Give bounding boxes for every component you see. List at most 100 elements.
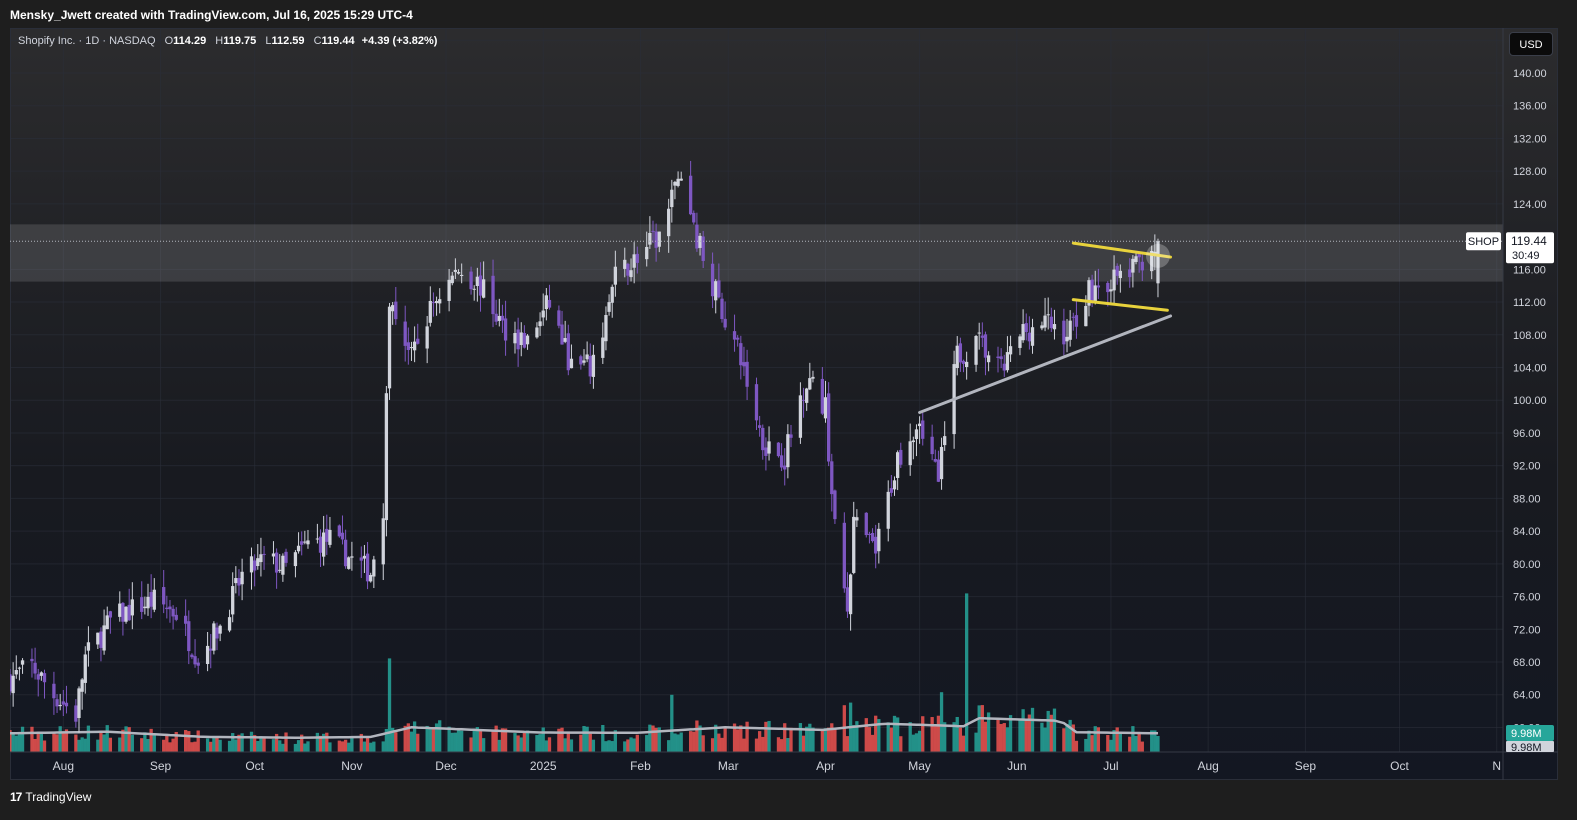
candle-body xyxy=(921,420,925,439)
volume-bar xyxy=(999,723,1003,752)
candle-body xyxy=(365,553,370,582)
volume-bar xyxy=(695,720,699,752)
candle-body xyxy=(168,606,172,610)
volume-bar xyxy=(168,742,172,752)
volume-bar xyxy=(83,738,87,752)
volume-layer xyxy=(10,593,1160,752)
volume-bar xyxy=(108,737,113,752)
candle-body xyxy=(343,539,348,567)
volume-bar xyxy=(99,732,103,752)
volume-bar xyxy=(607,740,611,752)
y-tick-label: 104.00 xyxy=(1513,363,1547,375)
volume-bar xyxy=(303,743,307,752)
candle-body xyxy=(547,299,552,308)
candle-body xyxy=(717,280,721,298)
volume-bar xyxy=(1128,736,1132,752)
y-tick-label: 128.00 xyxy=(1513,166,1547,178)
candle-body xyxy=(983,334,988,358)
volume-bar xyxy=(1140,741,1144,752)
candle-body xyxy=(425,326,429,349)
volume-bar xyxy=(601,725,605,752)
candle-body xyxy=(892,480,897,490)
x-tick-label: Oct xyxy=(1390,759,1409,773)
volume-bar xyxy=(127,727,131,752)
volume-bar xyxy=(783,723,787,752)
volume-bar xyxy=(955,716,959,752)
volume-bar xyxy=(745,721,749,752)
candle-body xyxy=(10,674,12,692)
volume-bar xyxy=(670,694,674,752)
volume-bar xyxy=(720,737,724,752)
volume-bar xyxy=(1096,727,1101,752)
candle-body xyxy=(80,679,84,692)
volume-bar xyxy=(350,737,354,752)
candle-body xyxy=(491,275,495,315)
volume-bar xyxy=(118,737,122,752)
candle-body xyxy=(870,532,875,542)
candle-body xyxy=(955,345,959,369)
candle-body xyxy=(149,592,153,607)
volume-bar xyxy=(428,727,432,752)
volume-bar xyxy=(541,727,545,752)
candle-body xyxy=(1084,305,1088,327)
volume-bar xyxy=(11,733,15,752)
candle-body xyxy=(359,557,363,561)
tradingview-logo[interactable]: 17 TradingView xyxy=(10,790,91,804)
candle-body xyxy=(525,335,530,345)
candle-body xyxy=(1093,285,1097,302)
candle-body xyxy=(315,538,320,540)
candle-body xyxy=(999,356,1003,360)
candle-body xyxy=(481,279,486,298)
candle-body xyxy=(610,286,614,303)
volume-bar xyxy=(218,739,222,752)
candle-body xyxy=(108,611,113,618)
candle-body xyxy=(563,338,567,342)
volume-bar xyxy=(227,740,232,752)
volume-bar xyxy=(152,734,156,752)
volume-bar xyxy=(447,726,451,752)
volume-bar xyxy=(55,734,59,752)
candle-body xyxy=(162,587,166,605)
candle-body xyxy=(240,571,244,585)
candle-body xyxy=(472,288,476,290)
volume-bar xyxy=(921,716,925,752)
candle-body xyxy=(986,355,991,363)
candle-body xyxy=(237,578,241,586)
volume-bar xyxy=(96,739,100,752)
candle-body xyxy=(808,378,812,390)
volume-bar xyxy=(820,729,825,752)
candle-body xyxy=(779,455,784,468)
volume-bar xyxy=(547,737,552,752)
volume-bar xyxy=(588,733,592,752)
currency-button[interactable]: USD xyxy=(1509,32,1553,56)
volume-bar xyxy=(673,733,677,752)
candle-body xyxy=(337,525,341,537)
y-tick-label: 64.00 xyxy=(1513,690,1541,702)
candle-body xyxy=(58,704,62,707)
volume-bar xyxy=(193,741,197,752)
volume-bar xyxy=(171,738,175,752)
chart-credit: Mensky_Jwett created with TradingView.co… xyxy=(10,8,413,22)
volume-bar xyxy=(739,725,743,752)
candle-body xyxy=(1030,327,1035,346)
volume-bar xyxy=(761,736,765,752)
candle-body xyxy=(557,310,561,326)
volume-bar xyxy=(1002,723,1006,752)
price-tag-countdown: 30:49 xyxy=(1512,250,1540,262)
resistance-zone xyxy=(10,224,1503,282)
volume-bar xyxy=(293,743,298,752)
candle-body xyxy=(369,574,373,582)
candle-body xyxy=(745,361,749,387)
volume-bar xyxy=(767,720,771,752)
volume-bar xyxy=(635,734,639,752)
volume-bar xyxy=(80,737,84,752)
volume-bar xyxy=(892,715,897,752)
volume-bar xyxy=(1008,715,1013,752)
candle-body xyxy=(1074,315,1079,327)
volume-bar xyxy=(190,742,194,752)
y-tick-label: 140.00 xyxy=(1513,68,1547,80)
candle-body xyxy=(943,436,947,446)
price-chart[interactable]: 144.00140.00136.00132.00128.00124.00116.… xyxy=(10,28,1558,780)
candle-body xyxy=(306,540,310,545)
volume-bar xyxy=(798,723,803,752)
